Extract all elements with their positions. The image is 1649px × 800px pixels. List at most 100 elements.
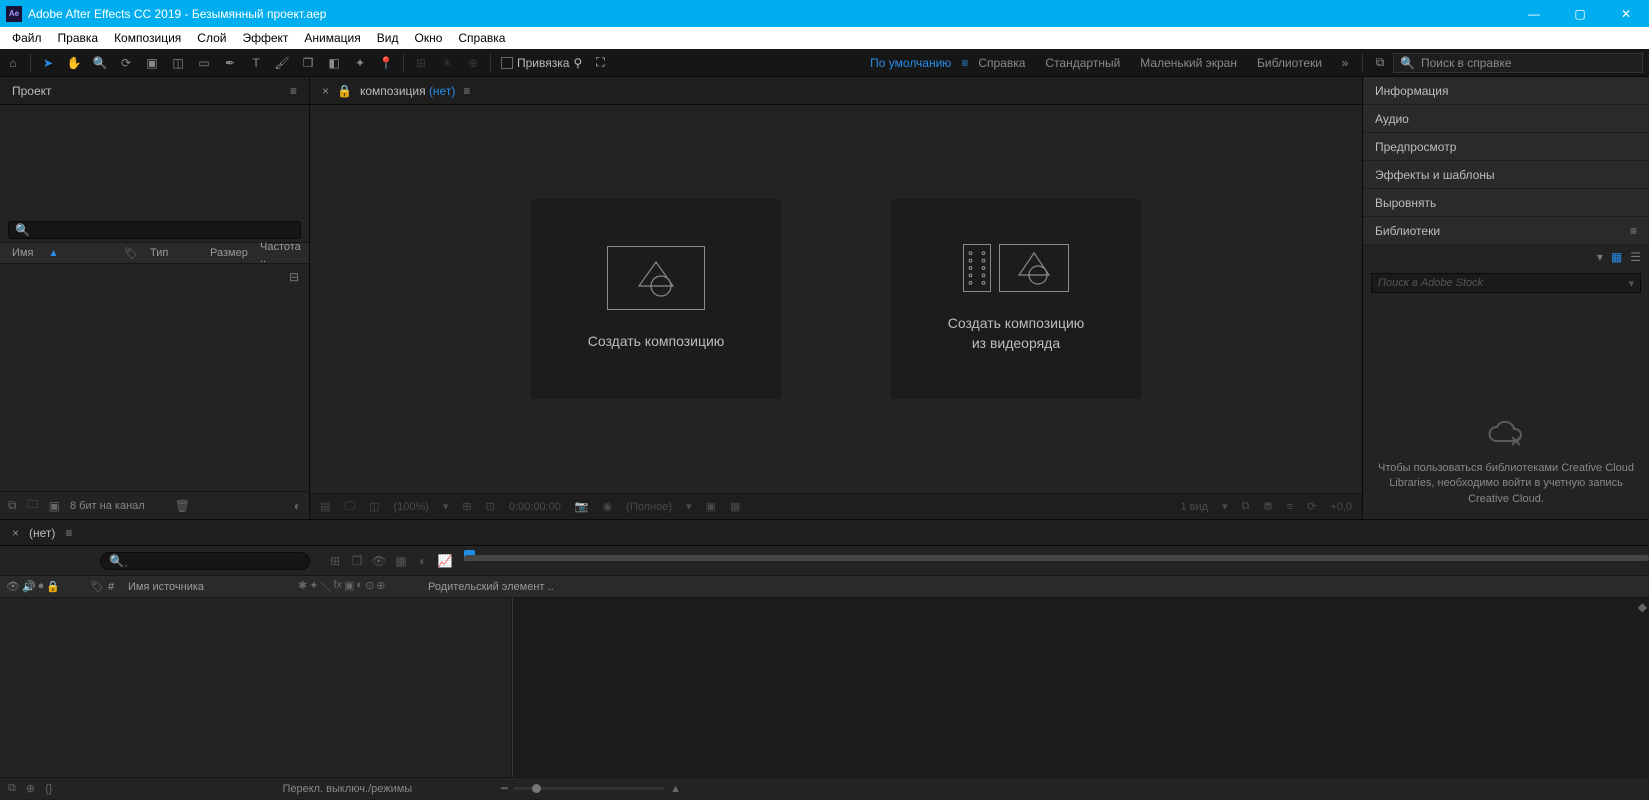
panel-align[interactable]: Выровнять — [1363, 189, 1649, 217]
timeline-icon[interactable]: ≡ — [1287, 501, 1293, 513]
lock-icon[interactable]: 🔒 — [337, 84, 352, 98]
motion-blur-icon[interactable]: ◐ — [412, 550, 434, 572]
grid-view-icon[interactable]: ▦ — [1611, 250, 1622, 264]
help-search[interactable]: 🔍 — [1393, 53, 1643, 73]
project-resize-icon[interactable]: ◐ — [294, 499, 301, 513]
col-parent[interactable]: Родительский элемент .. — [428, 581, 558, 593]
time-ruler[interactable] — [464, 546, 1649, 575]
col-size[interactable]: Размер — [204, 247, 254, 259]
composition-panel-tab[interactable]: × 🔒 композиция (нет) ≡ — [310, 77, 1362, 105]
magnification-icon[interactable]: ▤ — [320, 500, 330, 513]
solo-col-icon[interactable]: ● — [38, 580, 45, 593]
window-close-button[interactable]: ✕ — [1603, 0, 1649, 27]
safe-zones-icon[interactable]: ⊡ — [486, 500, 495, 513]
pen-tool[interactable]: ✒ — [218, 51, 242, 75]
resolution-value[interactable]: (Полное) — [626, 501, 672, 513]
label-col-icon[interactable]: 🏷 — [90, 580, 108, 593]
menu-composition[interactable]: Композиция — [106, 29, 189, 47]
pan-behind-tool[interactable]: ◫ — [166, 51, 190, 75]
comp-mini-flowchart-icon[interactable]: ⊞ — [324, 550, 346, 572]
pixel-aspect-icon[interactable]: ⊞ — [462, 500, 471, 513]
3d-view-icon[interactable]: ⧉ — [1242, 500, 1250, 513]
panel-audio[interactable]: Аудио — [1363, 105, 1649, 133]
transparency-grid-icon[interactable]: ▦ — [730, 500, 740, 513]
zoom-out-icon[interactable]: ━ — [501, 782, 508, 795]
panel-preview[interactable]: Предпросмотр — [1363, 133, 1649, 161]
roi-icon[interactable]: ▣ — [706, 500, 716, 513]
interpret-footage-icon[interactable]: ⧉ — [8, 498, 17, 513]
orbit-tool[interactable]: ⟳ — [114, 51, 138, 75]
toggle-mask-icon[interactable]: ◫ — [369, 500, 379, 513]
bpc-toggle[interactable]: 8 бит на канал — [70, 500, 145, 512]
window-minimize-button[interactable]: — — [1511, 0, 1557, 27]
brackets-icon[interactable]: {} — [45, 783, 52, 795]
new-comp-icon[interactable]: ▣ — [49, 499, 60, 513]
new-composition-button[interactable]: Создать композицию — [531, 199, 781, 399]
toggle-switches-icon[interactable]: ⧉ — [8, 782, 16, 795]
menu-layer[interactable]: Слой — [189, 29, 234, 47]
panel-information[interactable]: Информация — [1363, 77, 1649, 105]
menu-effect[interactable]: Эффект — [234, 29, 296, 47]
zoom-value[interactable]: (100%) — [393, 501, 428, 513]
audio-col-icon[interactable]: 🔊 — [22, 580, 36, 593]
menu-file[interactable]: Файл — [4, 29, 50, 47]
hand-tool[interactable]: ✋ — [62, 51, 86, 75]
snapping-magnet-icon[interactable]: ⚲ — [573, 56, 582, 70]
chevron-down-icon[interactable]: ▾ — [1628, 277, 1634, 290]
col-rate[interactable]: Частота .. — [254, 241, 309, 265]
flowchart-icon[interactable]: ⊟ — [289, 270, 299, 284]
stock-search-input[interactable]: Поиск в Adobe Stock ▾ — [1371, 273, 1641, 293]
selection-tool[interactable]: ➤ — [36, 51, 60, 75]
zoom-thumb[interactable] — [532, 784, 541, 793]
menu-edit[interactable]: Правка — [50, 29, 107, 47]
channel-icon[interactable]: ◉ — [603, 500, 613, 513]
col-name[interactable]: Имя ▲ — [0, 247, 118, 259]
marker-icon[interactable]: ◆ — [1638, 600, 1647, 614]
col-source-name[interactable]: Имя источника — [128, 581, 298, 593]
menu-window[interactable]: Окно — [406, 29, 450, 47]
exposure-value[interactable]: +0,0 — [1330, 501, 1352, 513]
zoom-tool[interactable]: 🔍 — [88, 51, 112, 75]
panel-menu-icon[interactable]: ≡ — [1630, 224, 1637, 238]
zoom-in-icon[interactable]: ▲ — [670, 783, 681, 795]
snapping-sub-icon[interactable]: ⛶ — [596, 55, 604, 70]
workspace-libraries[interactable]: Библиотеки — [1247, 56, 1332, 70]
lock-col-icon[interactable]: 🔒 — [46, 580, 60, 593]
list-view-icon[interactable]: ☰ — [1630, 250, 1641, 264]
layer-list-area[interactable] — [0, 598, 512, 777]
graph-editor-icon[interactable]: 📈 — [434, 550, 456, 572]
camera-tool[interactable]: ▣ — [140, 51, 164, 75]
timeline-zoom-slider[interactable]: ━ ▲ — [501, 782, 681, 795]
panel-menu-icon[interactable]: ≡ — [463, 84, 470, 98]
col-number[interactable]: # — [108, 581, 128, 593]
snapping-toggle[interactable]: Привязка ⚲ ⛶ — [501, 55, 605, 70]
eraser-tool[interactable]: ◧ — [322, 51, 346, 75]
col-type[interactable]: Тип — [144, 247, 204, 259]
timeline-search-input[interactable]: 🔍˯ — [100, 552, 310, 570]
panel-menu-icon[interactable]: ≡ — [65, 526, 72, 540]
shape-tool[interactable]: ▭ — [192, 51, 216, 75]
snapshot-icon[interactable]: 📷 — [575, 500, 589, 513]
views-value[interactable]: 1 вид — [1180, 501, 1208, 513]
toggle-modes-label[interactable]: Перекл. выключ./режимы — [282, 783, 412, 795]
new-composition-from-footage-button[interactable]: Создать композициюиз видеоряда — [891, 199, 1141, 399]
new-folder-icon[interactable]: 🗀 — [27, 495, 39, 516]
workspace-menu-icon[interactable]: ≡ — [961, 56, 968, 70]
puppet-tool[interactable]: 📍 — [374, 51, 398, 75]
project-search-input[interactable]: 🔍 — [8, 221, 301, 239]
close-tab-icon[interactable]: × — [12, 526, 19, 540]
panel-libraries[interactable]: Библиотеки≡ — [1363, 217, 1649, 245]
display-icon[interactable]: 🖵 — [344, 500, 355, 513]
workspace-default[interactable]: По умолчанию — [860, 56, 961, 70]
draft3d-icon[interactable]: ❒ — [346, 550, 368, 572]
sync-settings-button[interactable]: ⧉ — [1368, 51, 1392, 75]
panel-menu-icon[interactable]: ≡ — [290, 84, 297, 98]
timeline-tab[interactable]: × (нет) ≡ — [0, 520, 1649, 546]
home-button[interactable]: ⌂ — [1, 51, 25, 75]
expand-icon[interactable]: ⊕ — [26, 782, 35, 795]
project-panel-tab[interactable]: Проект ≡ — [0, 77, 309, 105]
window-maximize-button[interactable]: ▢ — [1557, 0, 1603, 27]
roto-tool[interactable]: ✦ — [348, 51, 372, 75]
label-icon[interactable]: 🏷 — [118, 247, 144, 260]
work-area-bar[interactable] — [464, 555, 1649, 561]
